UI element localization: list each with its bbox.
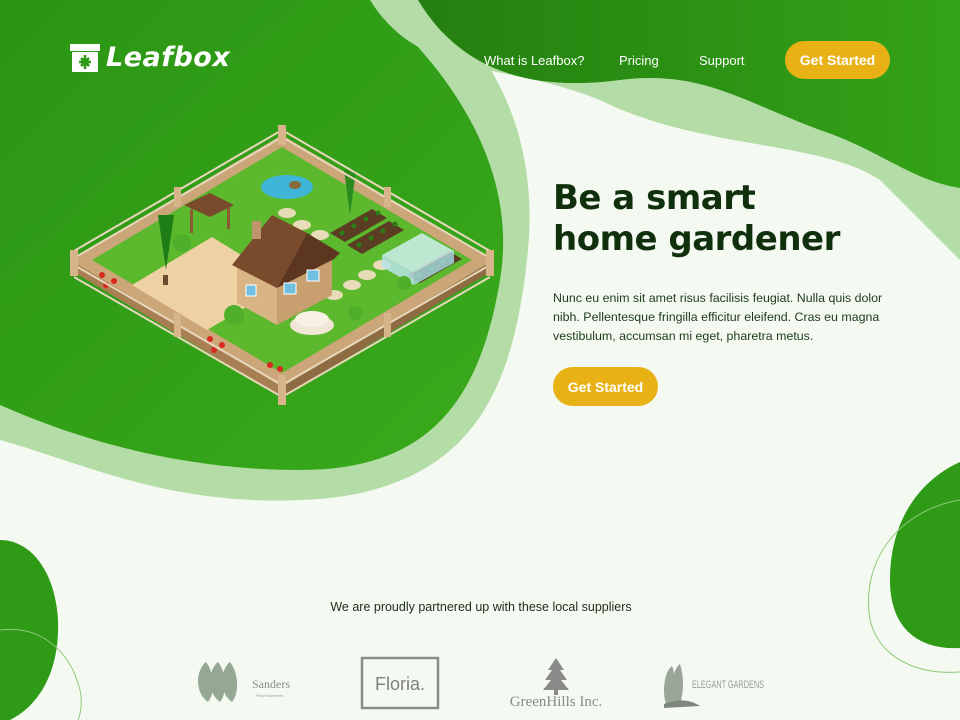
hero-title: Be a smart home gardener	[553, 178, 853, 260]
nav-link-what-is-leafbox[interactable]: What is Leafbox?	[484, 53, 584, 68]
svg-text:Plant Nurseries: Plant Nurseries	[256, 693, 283, 698]
svg-text:Floria.: Floria.	[375, 674, 425, 694]
nav-get-started-button[interactable]: Get Started	[785, 41, 890, 79]
svg-text:ELEGANT GARDENS: ELEGANT GARDENS	[692, 679, 764, 691]
nav-link-support[interactable]: Support	[699, 53, 745, 68]
partner-logo-elegant-gardens[interactable]: ELEGANT GARDENS	[660, 652, 770, 712]
partner-logo-floria[interactable]: Floria.	[358, 652, 444, 712]
garden-illustration	[70, 125, 494, 405]
hero-description: Nunc eu enim sit amet risus facilisis fe…	[553, 291, 883, 343]
partners-heading: We are proudly partnered up with these l…	[330, 600, 632, 614]
nav-link-pricing[interactable]: Pricing	[619, 53, 659, 68]
top-navigation: Leafbox What is Leafbox? Pricing Support…	[0, 0, 960, 110]
partner-logo-greenhills[interactable]: GreenHills Inc.	[502, 652, 612, 712]
brand-name: Leafbox	[106, 42, 231, 73]
hero-get-started-button[interactable]: Get Started	[553, 367, 658, 406]
partner-logo-sanders[interactable]: Sanders Plant Nurseries	[190, 652, 300, 712]
leafbox-logo-icon	[70, 43, 100, 72]
svg-text:Sanders: Sanders	[252, 677, 290, 691]
brand-logo[interactable]: Leafbox	[70, 42, 230, 73]
svg-text:GreenHills Inc.: GreenHills Inc.	[510, 694, 602, 710]
hero-title-line-2: home gardener	[553, 219, 840, 259]
hero-title-line-1: Be a smart	[553, 178, 756, 218]
